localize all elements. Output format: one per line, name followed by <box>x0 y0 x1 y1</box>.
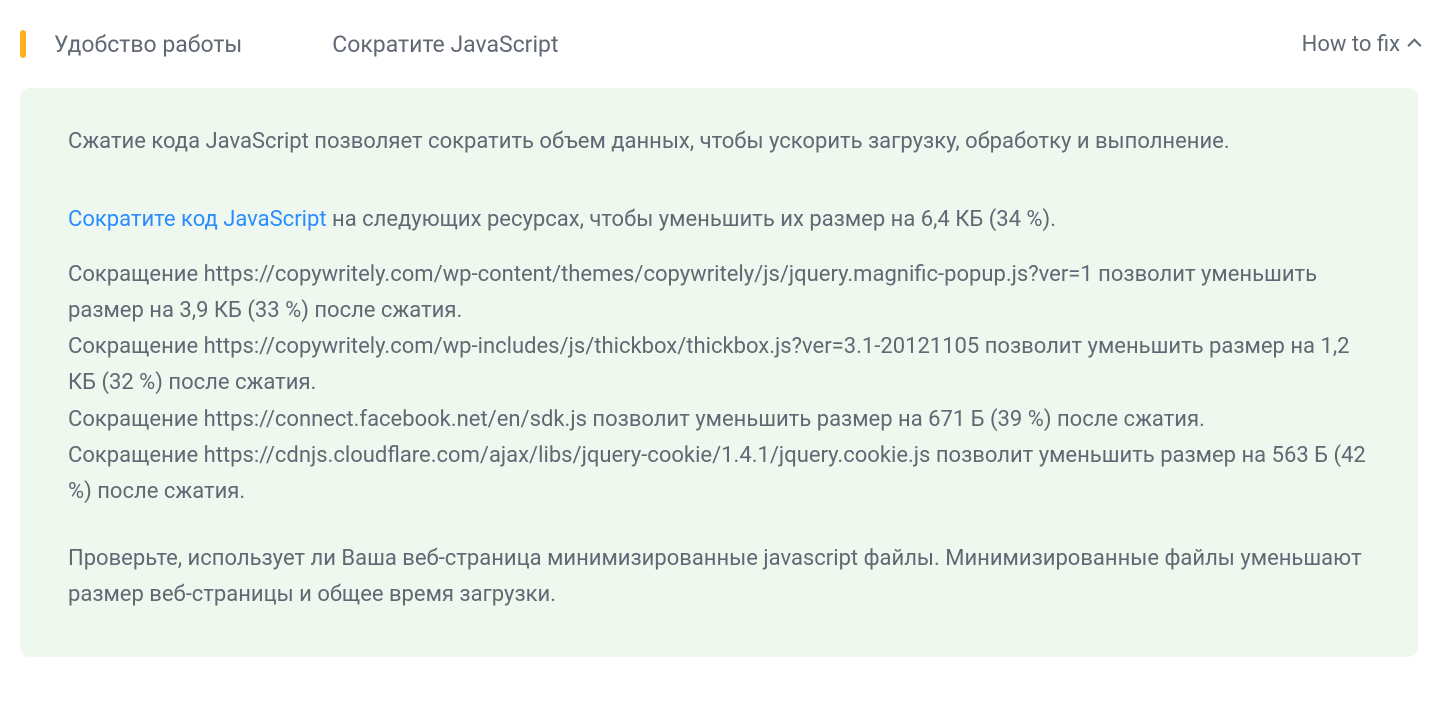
list-item: Сокращение https://connect.facebook.net/… <box>68 402 1370 438</box>
how-to-fix-toggle[interactable]: How to fix <box>1302 32 1418 57</box>
item-url: https://copywritely.com/wp-includes/js/t… <box>204 334 980 359</box>
summary-rest: на следующих ресурсах, чтобы уменьшить и… <box>327 207 1056 232</box>
issue-description-panel: Сжатие кода JavaScript позволяет сократи… <box>20 88 1418 657</box>
closing-paragraph: Проверьте, использует ли Ваша веб-страни… <box>68 541 1370 614</box>
severity-indicator <box>20 30 26 58</box>
how-to-fix-label: How to fix <box>1302 32 1400 57</box>
issue-title: Сократите JavaScript <box>332 31 558 58</box>
issue-header: Удобство работы Сократите JavaScript How… <box>20 30 1418 58</box>
item-suffix: позволит уменьшить размер на 671 Б (39 %… <box>587 407 1205 432</box>
summary-line: Сократите код JavaScript на следующих ре… <box>68 202 1370 238</box>
resource-list: Сокращение https://copywritely.com/wp-co… <box>68 257 1370 511</box>
item-prefix: Сокращение <box>68 443 204 468</box>
item-prefix: Сокращение <box>68 334 204 359</box>
list-item: Сокращение https://cdnjs.cloudflare.com/… <box>68 438 1370 511</box>
item-prefix: Сокращение <box>68 262 204 287</box>
item-prefix: Сокращение <box>68 407 204 432</box>
issue-category: Удобство работы <box>54 31 242 58</box>
minify-js-link[interactable]: Сократите код JavaScript <box>68 207 327 232</box>
item-url: https://cdnjs.cloudflare.com/ajax/libs/j… <box>204 443 931 468</box>
list-item: Сокращение https://copywritely.com/wp-co… <box>68 257 1370 330</box>
chevron-up-icon <box>1407 38 1421 52</box>
item-url: https://copywritely.com/wp-content/theme… <box>204 262 1093 287</box>
item-url: https://connect.facebook.net/en/sdk.js <box>204 407 587 432</box>
list-item: Сокращение https://copywritely.com/wp-in… <box>68 329 1370 402</box>
intro-paragraph: Сжатие кода JavaScript позволяет сократи… <box>68 124 1370 160</box>
